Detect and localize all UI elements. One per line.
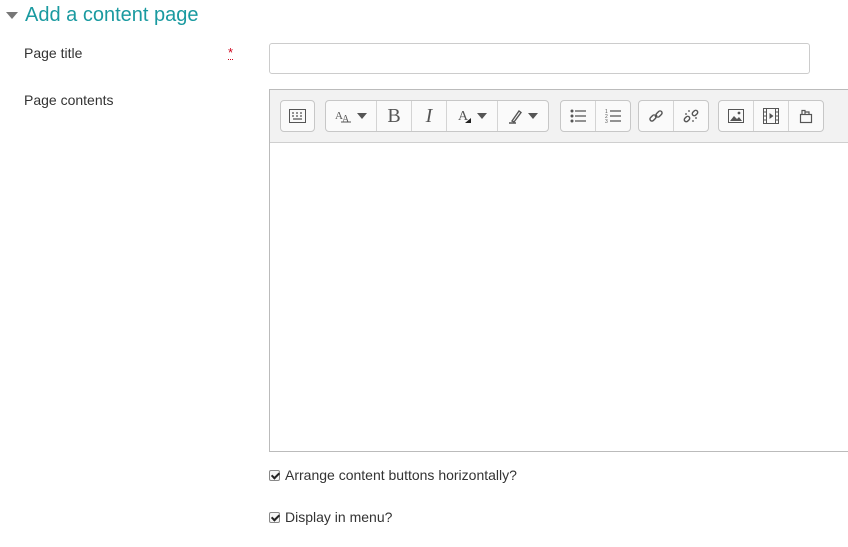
media-button[interactable] bbox=[754, 101, 789, 131]
italic-icon: I bbox=[425, 104, 433, 127]
toolbar-toggle-button[interactable] bbox=[281, 101, 314, 131]
bold-button[interactable]: B bbox=[377, 101, 412, 131]
toolbar-group-collapse bbox=[280, 100, 315, 132]
display-in-menu-checkbox[interactable] bbox=[269, 511, 280, 523]
manage-files-icon bbox=[799, 109, 813, 124]
svg-text:3: 3 bbox=[605, 119, 608, 124]
bold-icon: B bbox=[387, 104, 401, 127]
page-title-input[interactable] bbox=[269, 43, 810, 74]
editor-toolbar: A A B I A 1 2 3 bbox=[270, 90, 848, 143]
bulleted-list-button[interactable] bbox=[561, 101, 596, 131]
editor-content-area[interactable] bbox=[270, 143, 848, 451]
arrange-buttons-checkbox[interactable] bbox=[269, 469, 280, 481]
image-button[interactable] bbox=[719, 101, 754, 131]
chevron-down-icon[interactable] bbox=[6, 11, 18, 19]
unlink-button[interactable] bbox=[674, 101, 708, 131]
bulleted-list-icon bbox=[570, 109, 586, 123]
font-size-button[interactable]: A A bbox=[326, 101, 377, 131]
display-in-menu-option[interactable]: Display in menu? bbox=[269, 509, 392, 525]
background-color-icon bbox=[509, 110, 522, 124]
numbered-list-button[interactable]: 1 2 3 bbox=[596, 101, 630, 131]
rich-text-editor: A A B I A 1 2 3 bbox=[269, 89, 848, 452]
background-color-button[interactable] bbox=[498, 101, 548, 131]
toolbar-group-links bbox=[638, 100, 709, 132]
font-size-icon: A A bbox=[335, 110, 351, 123]
link-button[interactable] bbox=[639, 101, 674, 131]
toolbar-group-insert bbox=[718, 100, 824, 132]
link-icon bbox=[649, 110, 663, 122]
section-title: Add a content page bbox=[25, 3, 199, 26]
display-in-menu-label: Display in menu? bbox=[285, 509, 393, 525]
image-icon bbox=[728, 109, 744, 123]
page-title-label: Page title bbox=[24, 45, 83, 61]
numbered-list-icon: 1 2 3 bbox=[605, 109, 621, 124]
media-icon bbox=[763, 108, 779, 124]
font-color-icon: A bbox=[458, 109, 471, 124]
unlink-icon bbox=[683, 109, 699, 123]
manage-files-button[interactable] bbox=[789, 101, 823, 131]
page-contents-label: Page contents bbox=[24, 92, 114, 108]
toolbar-toggle-icon bbox=[289, 109, 306, 123]
toolbar-group-lists: 1 2 3 bbox=[560, 100, 631, 132]
font-color-button[interactable]: A bbox=[447, 101, 498, 131]
toolbar-group-style: A A B I A bbox=[325, 100, 549, 132]
arrange-buttons-option[interactable]: Arrange content buttons horizontally? bbox=[269, 467, 517, 483]
section-header[interactable]: Add a content page bbox=[6, 2, 198, 28]
italic-button[interactable]: I bbox=[412, 101, 447, 131]
arrange-buttons-label: Arrange content buttons horizontally? bbox=[285, 467, 517, 483]
required-icon: * bbox=[228, 45, 234, 60]
